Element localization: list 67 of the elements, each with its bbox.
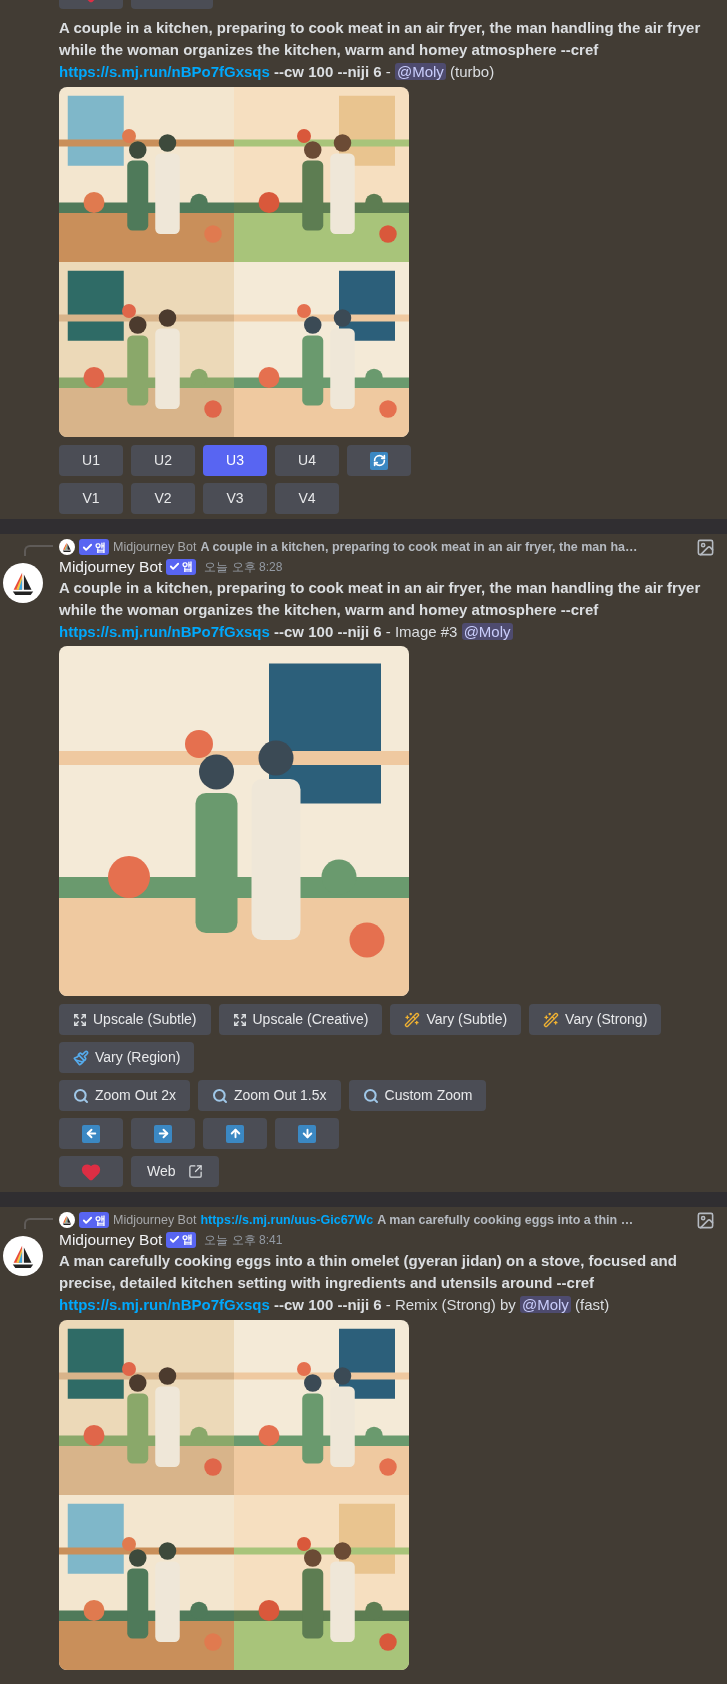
check-icon [82, 1214, 93, 1226]
app-tag-label: 앱 [95, 1214, 106, 1226]
action-button[interactable]: U3 [203, 445, 267, 476]
message-text: A couple in a kitchen, preparing to cook meat in an air fryer, the man handling the air fryer while the woman organizes the kitchen, warm and homey atmosphere --cref https://s.mj.run/nBPo7fGxsqs --cw 100 --niji 6 - Image #3 @Moly [59, 578, 702, 642]
link[interactable]: https://s.mj.run/nBPo7fGxsqs [59, 63, 270, 80]
timestamp: 오늘 오후 8:41 [204, 1231, 283, 1249]
timestamp: 오늘 오후 8:28 [204, 558, 283, 576]
icon-button[interactable] [59, 1118, 123, 1149]
check-icon [169, 561, 181, 572]
action-button[interactable]: U1 [59, 445, 123, 476]
action-button[interactable]: V2 [131, 483, 195, 514]
check-icon [169, 1234, 181, 1245]
action-button[interactable]: Upscale (Subtle) [59, 1004, 211, 1035]
mention[interactable]: @Moly [519, 1296, 571, 1313]
external-link-icon [187, 1164, 203, 1179]
expand-icon [73, 1012, 87, 1027]
app-tag-label: 앱 [182, 561, 194, 572]
avatar[interactable] [3, 563, 43, 603]
message-text: A man carefully cooking eggs into a thin omelet (gyeran jidan) on a stove, focused and precise, detailed kitchen setting with ingredients and utensils around --cref https://s.mj.run/nBPo7fGxsqs --cw 100 --niji 6 - Remix (Strong) by @Moly (fast) [59, 1251, 678, 1315]
link[interactable]: https://s.mj.run/nBPo7fGxsqs [59, 623, 270, 640]
reply-preview[interactable]: A couple in a kitchen, preparing to cook meat in an air fryer, the man ha… [200, 537, 638, 557]
icon-button[interactable] [347, 445, 411, 476]
icon-button[interactable] [275, 1118, 339, 1149]
action-button[interactable]: V4 [275, 483, 339, 514]
reply-author[interactable]: Midjourney Bot [113, 537, 197, 557]
expand-icon [232, 1012, 247, 1027]
web-button[interactable]: Web [131, 1156, 219, 1187]
icon-button[interactable] [131, 1118, 195, 1149]
action-button[interactable]: Zoom Out 1.5x [197, 1080, 341, 1111]
paintbrush-icon [73, 1049, 89, 1066]
image-icon [696, 1210, 715, 1230]
search-icon [211, 1087, 228, 1104]
magic-wand-icon [543, 1011, 560, 1028]
action-button[interactable]: Zoom Out 2x [59, 1080, 190, 1111]
search-icon [73, 1087, 89, 1104]
mention[interactable]: @Moly [394, 63, 446, 80]
magic-wand-icon [404, 1011, 421, 1028]
action-button[interactable]: Upscale (Creative) [218, 1004, 383, 1035]
icon-button[interactable] [203, 1118, 267, 1149]
action-button[interactable]: Vary (Subtle) [390, 1004, 522, 1035]
action-button[interactable]: V3 [203, 483, 267, 514]
link[interactable]: https://s.mj.run/nBPo7fGxsqs [59, 1296, 270, 1313]
author-name[interactable]: Midjourney Bot [59, 1227, 163, 1252]
action-button[interactable]: U2 [131, 445, 195, 476]
reply-spine [24, 545, 53, 556]
reply-preview[interactable]: A man carefully cooking eggs into a thin … [377, 1210, 634, 1230]
author-name[interactable]: Midjourney Bot [59, 554, 163, 579]
reply-spine [24, 1218, 53, 1229]
action-button[interactable]: Custom Zoom [348, 1080, 487, 1111]
small-avatar [59, 539, 75, 555]
message-text: A couple in a kitchen, preparing to cook meat in an air fryer, the man handling the air fryer while the woman organizes the kitchen, warm and homey atmosphere --cref https://s.mj.run/nBPo7fGxsqs --cw 100 --niji 6 - @Moly (turbo) [59, 18, 702, 82]
app-tag-label: 앱 [182, 1234, 194, 1245]
action-button[interactable]: Vary (Region) [59, 1042, 195, 1073]
app-tag-label: 앱 [95, 541, 106, 553]
action-button[interactable]: V1 [59, 483, 123, 514]
small-avatar [59, 1212, 75, 1228]
image-icon [696, 537, 715, 557]
mention[interactable]: @Moly [461, 623, 513, 640]
search-icon [362, 1087, 379, 1104]
heart-icon [81, 1161, 101, 1182]
action-button[interactable]: Vary (Strong) [529, 1004, 662, 1035]
check-icon [82, 541, 93, 553]
refresh-icon [370, 451, 388, 470]
action-button[interactable]: U4 [275, 445, 339, 476]
reply-author[interactable]: Midjourney Bot [113, 1210, 197, 1230]
avatar[interactable] [3, 1236, 43, 1276]
reply-link[interactable]: https://s.mj.run/uus-Gic67Wc [200, 1210, 374, 1230]
